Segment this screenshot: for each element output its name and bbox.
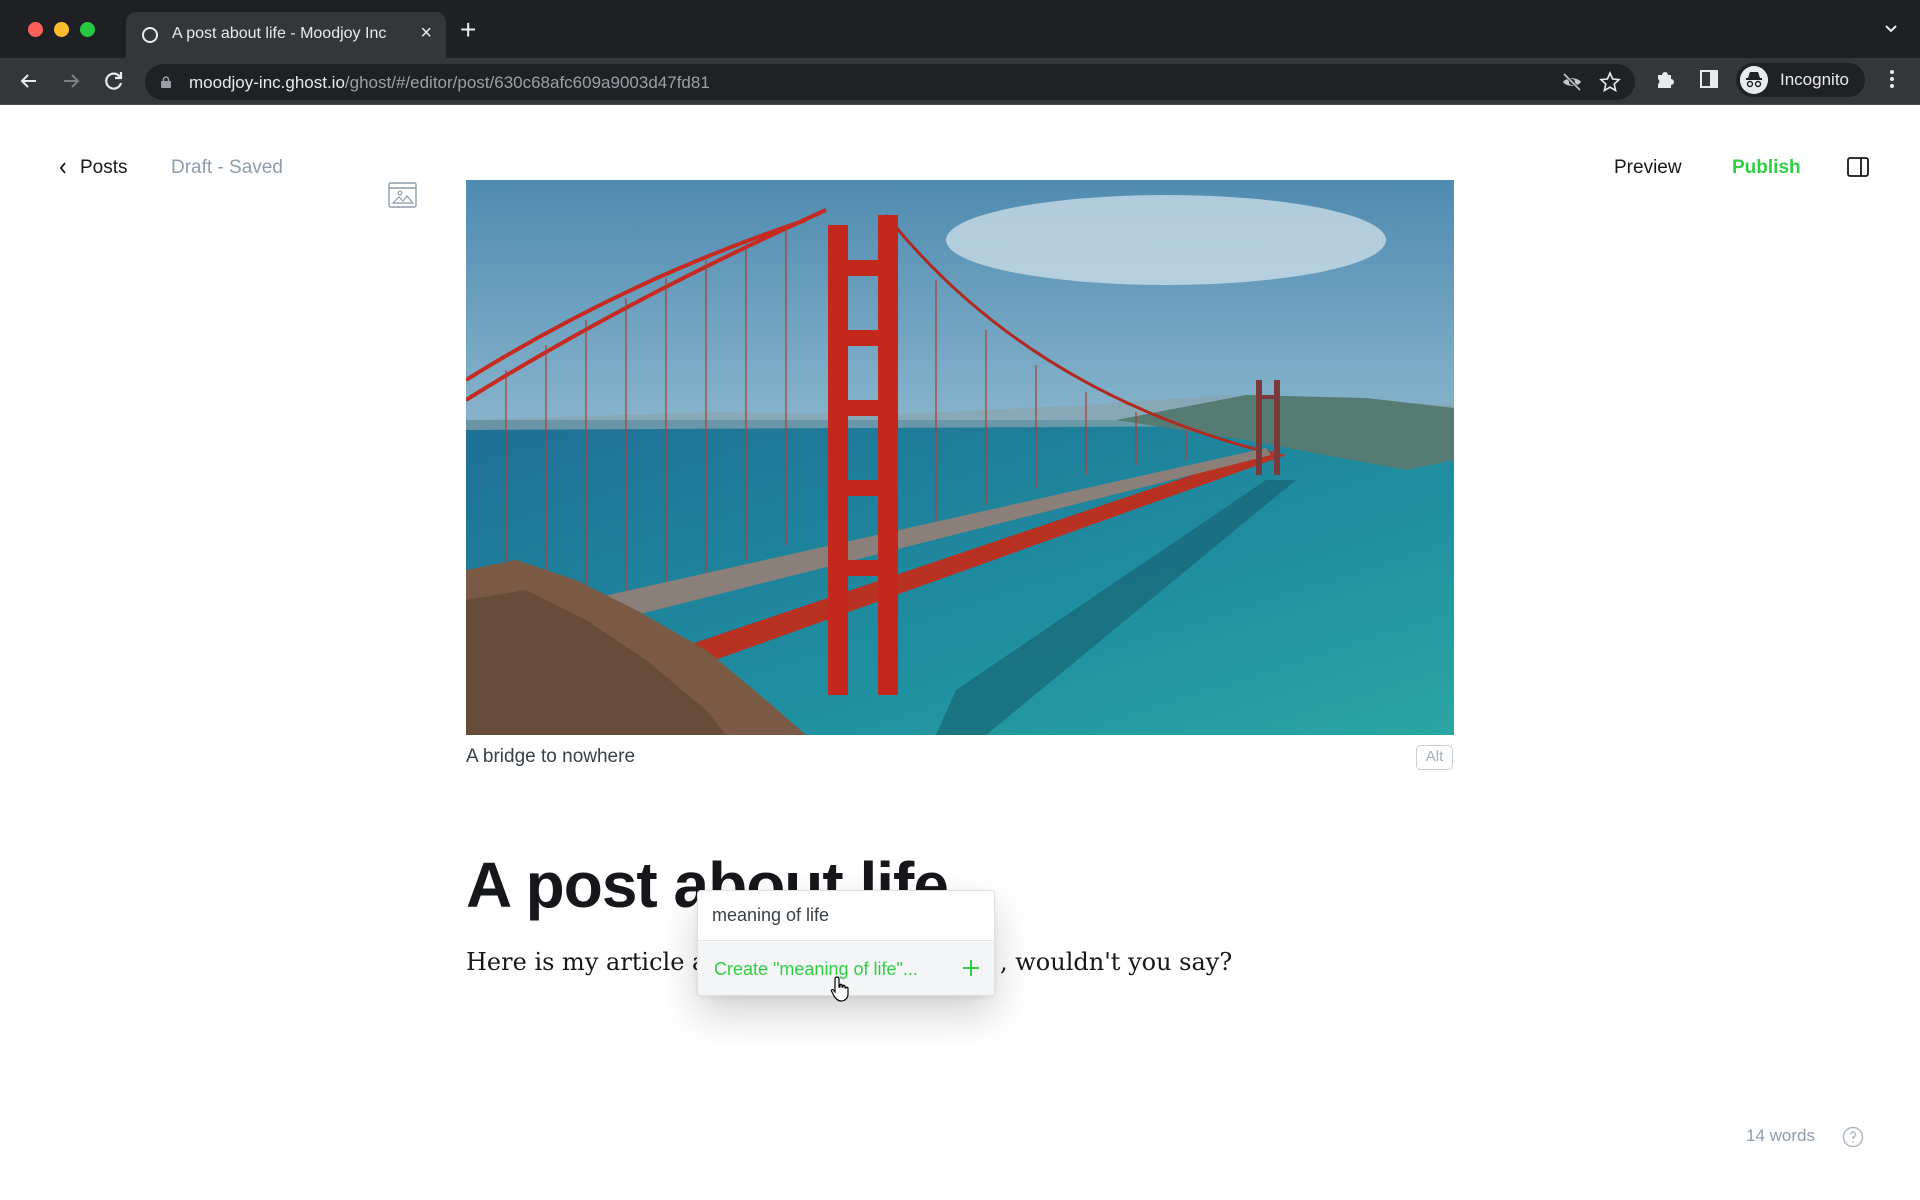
maximize-window-button[interactable] xyxy=(80,22,95,37)
post-body-text-start[interactable]: Here is my article a xyxy=(466,948,706,976)
cloud xyxy=(946,195,1386,285)
chevron-down-icon[interactable] xyxy=(1884,22,1898,36)
url-text[interactable]: moodjoy-inc.ghost.io/ghost/#/editor/post… xyxy=(189,73,710,93)
publish-button[interactable]: Publish xyxy=(1732,157,1801,179)
settings-panel-toggle-icon[interactable] xyxy=(1847,157,1869,177)
back-to-posts-label: Posts xyxy=(80,157,128,178)
image-caption[interactable]: A bridge to nowhere xyxy=(466,746,635,768)
minimize-window-button[interactable] xyxy=(54,22,69,37)
reload-icon[interactable] xyxy=(101,68,127,94)
browser-titlebar: A post about life - Moodjoy Inc × + xyxy=(0,0,1920,58)
word-count: 14 words xyxy=(1746,1126,1815,1145)
hand-cursor-icon xyxy=(830,976,849,1002)
preview-button[interactable]: Preview xyxy=(1614,157,1682,179)
browser-toolbar: moodjoy-inc.ghost.io/ghost/#/editor/post… xyxy=(0,58,1920,105)
help-icon[interactable] xyxy=(1842,1126,1864,1148)
tab-favicon-icon xyxy=(142,27,158,43)
puzzle-icon[interactable] xyxy=(1654,68,1676,90)
tab-title: A post about life - Moodjoy Inc xyxy=(172,25,387,42)
url-host: moodjoy-inc.ghost.io xyxy=(189,73,345,92)
create-tag-label: Create "meaning of life"... xyxy=(714,959,918,979)
browser-tab[interactable]: A post about life - Moodjoy Inc × xyxy=(126,12,446,58)
lock-icon[interactable] xyxy=(161,76,171,88)
back-to-posts-link[interactable]: Posts xyxy=(58,157,128,179)
feature-image-icon[interactable] xyxy=(388,182,417,208)
feature-image[interactable] xyxy=(466,180,1454,735)
incognito-label: Incognito xyxy=(1780,70,1849,89)
incognito-profile-button[interactable]: Incognito xyxy=(1736,63,1865,97)
chevron-left-icon xyxy=(59,162,66,174)
plus-icon xyxy=(963,960,979,976)
back-arrow-icon[interactable] xyxy=(16,68,42,94)
alt-text-button[interactable]: Alt xyxy=(1416,745,1453,770)
tab-close-icon[interactable]: × xyxy=(420,22,432,44)
more-vert-icon[interactable] xyxy=(1882,68,1902,90)
draft-status: Draft - Saved xyxy=(171,157,283,178)
side-panel-icon[interactable] xyxy=(1698,68,1720,90)
close-window-button[interactable] xyxy=(28,22,43,37)
new-tab-button[interactable]: + xyxy=(460,16,476,44)
eye-off-icon[interactable] xyxy=(1561,71,1583,93)
url-path: /ghost/#/editor/post/630c68afc609a9003d4… xyxy=(344,73,710,92)
address-bar[interactable]: moodjoy-inc.ghost.io/ghost/#/editor/post… xyxy=(145,64,1635,100)
forward-arrow-icon[interactable] xyxy=(58,68,84,94)
star-icon[interactable] xyxy=(1599,71,1621,93)
tag-search-input[interactable] xyxy=(698,891,994,941)
incognito-icon xyxy=(1740,66,1768,94)
post-body-text-end[interactable]: , wouldn't you say? xyxy=(1000,948,1232,976)
